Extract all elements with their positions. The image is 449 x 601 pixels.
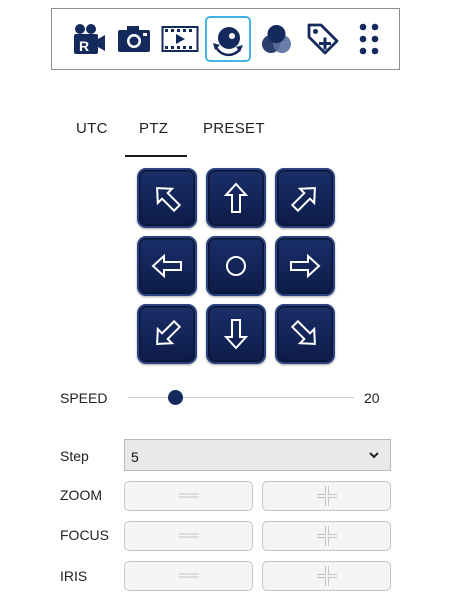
top-toolbar: R <box>51 8 400 70</box>
center-home-icon <box>226 256 246 276</box>
plus-icon <box>316 486 337 506</box>
tab-bar: UTC PTZ PRESET <box>0 112 449 158</box>
svg-text:R: R <box>79 38 89 54</box>
minus-icon <box>178 533 199 538</box>
zoom-in-button[interactable] <box>262 481 391 511</box>
ptz-up-left-button[interactable] <box>137 168 197 228</box>
plus-icon <box>316 566 337 586</box>
speed-slider-track[interactable] <box>128 397 354 398</box>
speed-label: SPEED <box>60 390 108 406</box>
arrow-up-left-icon <box>156 187 182 213</box>
arrow-down-left-icon <box>156 319 182 345</box>
speed-slider-thumb[interactable] <box>167 390 183 405</box>
arrow-up-icon <box>223 182 249 213</box>
record-camera-icon: R <box>74 24 105 54</box>
ptz-button[interactable] <box>205 16 251 62</box>
minus-icon <box>178 493 199 498</box>
ptz-down-right-button[interactable] <box>275 304 335 364</box>
arrow-up-right-icon <box>290 187 316 213</box>
add-tag-icon <box>307 23 339 55</box>
zoom-label: ZOOM <box>60 487 102 503</box>
tab-utc[interactable]: UTC <box>76 120 108 137</box>
ptz-control-icon <box>213 27 243 57</box>
arrow-left-icon <box>151 253 182 279</box>
ptz-right-button[interactable] <box>275 236 335 296</box>
iris-label: IRIS <box>60 568 88 584</box>
playback-film-icon <box>161 26 199 52</box>
snapshot-camera-icon <box>118 26 150 52</box>
tab-ptz[interactable]: PTZ <box>139 120 168 137</box>
record-button[interactable]: R <box>66 16 112 62</box>
focus-label: FOCUS <box>60 527 109 543</box>
focus-near-button[interactable] <box>124 521 253 551</box>
ptz-up-right-button[interactable] <box>275 168 335 228</box>
iris-close-button[interactable] <box>124 561 253 591</box>
arrow-right-icon <box>290 253 321 279</box>
zoom-out-button[interactable] <box>124 481 253 511</box>
ptz-center-button[interactable] <box>206 236 266 296</box>
snapshot-button[interactable] <box>111 16 157 62</box>
ptz-up-button[interactable] <box>206 168 266 228</box>
playback-button[interactable] <box>157 16 203 62</box>
ptz-down-left-button[interactable] <box>137 304 197 364</box>
step-label: Step <box>60 448 89 464</box>
more-button[interactable] <box>346 16 392 62</box>
step-select[interactable]: 5 <box>124 439 391 471</box>
more-dots-icon <box>359 23 379 55</box>
speed-value: 20 <box>364 390 380 406</box>
chevron-down-icon <box>369 452 379 459</box>
color-adjust-button[interactable] <box>254 16 300 62</box>
tab-active-indicator <box>125 155 187 157</box>
tab-preset[interactable]: PRESET <box>203 120 265 137</box>
plus-icon <box>316 526 337 546</box>
add-tag-button[interactable] <box>300 16 346 62</box>
ptz-left-button[interactable] <box>137 236 197 296</box>
minus-icon <box>178 573 199 578</box>
color-adjust-icon <box>262 25 291 53</box>
step-selected-value: 5 <box>131 449 139 465</box>
focus-far-button[interactable] <box>262 521 391 551</box>
ptz-down-button[interactable] <box>206 304 266 364</box>
iris-open-button[interactable] <box>262 561 391 591</box>
arrow-down-right-icon <box>290 319 316 345</box>
arrow-down-icon <box>223 319 249 350</box>
